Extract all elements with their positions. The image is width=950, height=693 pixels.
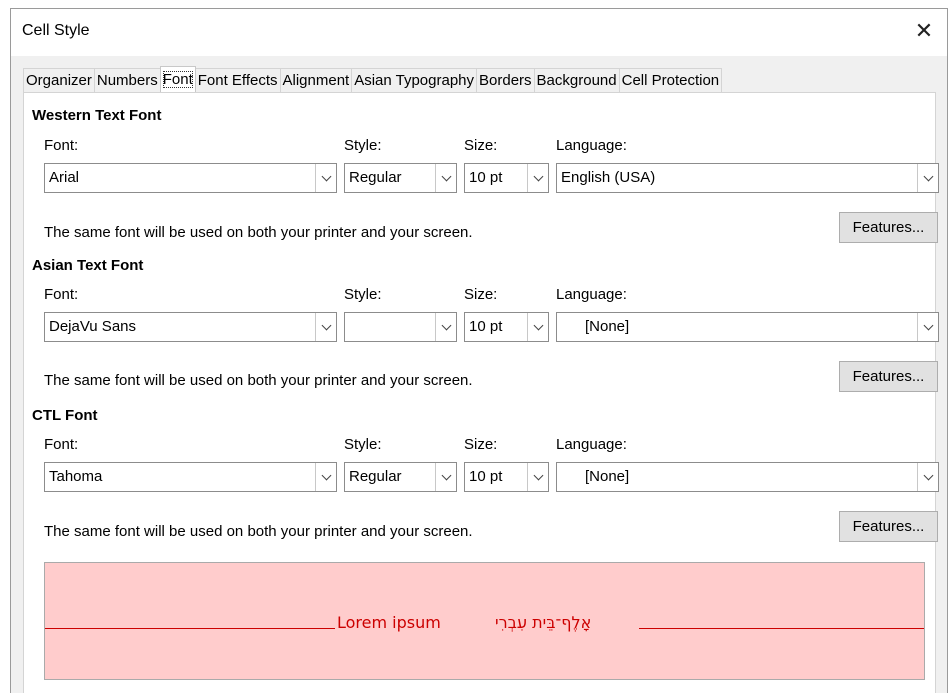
asian-language-value: [None] — [585, 318, 630, 335]
western-font-label: Font: — [44, 137, 79, 154]
western-style-combo[interactable]: Regular — [344, 163, 457, 193]
ctl-style-label: Style: — [344, 436, 382, 453]
western-language-label: Language: — [556, 137, 627, 154]
dialog-title: Cell Style — [22, 22, 90, 39]
asian-font-value: DejaVu Sans — [49, 318, 136, 335]
ctl-language-value: [None] — [585, 468, 630, 485]
asian-language-combo[interactable]: [None] — [556, 312, 939, 342]
western-language-combo[interactable]: English (USA) — [556, 163, 939, 193]
chevron-down-icon[interactable] — [527, 463, 548, 491]
tab-alignment[interactable]: Alignment — [279, 68, 353, 92]
tab-cell-protection[interactable]: Cell Protection — [618, 68, 723, 92]
close-icon: ✕ — [914, 18, 934, 43]
chevron-down-icon[interactable] — [435, 463, 456, 491]
baseline-right — [639, 628, 924, 629]
asian-section-title: Asian Text Font — [32, 257, 144, 274]
asian-font-label: Font: — [44, 286, 79, 303]
ctl-style-value: Regular — [349, 468, 402, 485]
title-bar: Cell Style ✕ — [11, 9, 947, 56]
western-size-value: 10 pt — [469, 169, 503, 186]
tab-borders[interactable]: Borders — [476, 68, 535, 92]
chevron-down-icon[interactable] — [917, 313, 938, 341]
tab-font-effects[interactable]: Font Effects — [194, 68, 281, 92]
western-section-title: Western Text Font — [32, 107, 162, 124]
chevron-down-icon[interactable] — [315, 313, 336, 341]
western-note: The same font will be used on both your … — [44, 224, 473, 241]
ctl-language-combo[interactable]: [None] — [556, 462, 939, 492]
ctl-font-combo[interactable]: Tahoma — [44, 462, 337, 492]
western-font-value: Arial — [49, 169, 80, 186]
ctl-language-label: Language: — [556, 436, 627, 453]
close-button[interactable]: ✕ — [901, 9, 947, 53]
asian-note: The same font will be used on both your … — [44, 372, 473, 389]
ctl-size-label: Size: — [464, 436, 498, 453]
chevron-down-icon[interactable] — [315, 164, 336, 192]
ctl-note: The same font will be used on both your … — [44, 523, 473, 540]
dialog-body: Organizer Numbers Font Font Effects Alig… — [11, 56, 947, 693]
ctl-section-title: CTL Font — [32, 407, 98, 424]
chevron-down-icon[interactable] — [315, 463, 336, 491]
asian-size-value: 10 pt — [469, 318, 503, 335]
western-style-value: Regular — [349, 169, 402, 186]
asian-font-combo[interactable]: DejaVu Sans — [44, 312, 337, 342]
chevron-down-icon[interactable] — [527, 313, 548, 341]
asian-language-label: Language: — [556, 286, 627, 303]
tab-font[interactable]: Font — [159, 66, 196, 92]
cell-style-dialog: Cell Style ✕ Organizer Numbers Font Font… — [10, 8, 948, 693]
asian-features-button[interactable]: Features... — [839, 361, 938, 392]
font-tab-panel: Western Text Font Font: Style: Size: Lan… — [23, 92, 939, 693]
tab-asian-typography[interactable]: Asian Typography — [351, 68, 478, 92]
chevron-down-icon[interactable] — [527, 164, 548, 192]
tab-numbers[interactable]: Numbers — [93, 68, 161, 92]
ctl-size-value: 10 pt — [469, 468, 503, 485]
chevron-down-icon[interactable] — [917, 164, 938, 192]
preview-text: Lorem ipsum — [337, 613, 441, 632]
tab-bar: Organizer Numbers Font Font Effects Alig… — [23, 66, 723, 92]
tab-background[interactable]: Background — [533, 68, 620, 92]
preview-hebrew-text: אָלֶף־בֵּית עִבְרִי — [495, 613, 592, 632]
western-size-label: Size: — [464, 137, 498, 154]
asian-size-combo[interactable]: 10 pt — [464, 312, 549, 342]
tab-organizer[interactable]: Organizer — [23, 68, 95, 92]
asian-size-label: Size: — [464, 286, 498, 303]
ctl-features-button[interactable]: Features... — [839, 511, 938, 542]
western-features-button[interactable]: Features... — [839, 212, 938, 243]
chevron-down-icon[interactable] — [917, 463, 938, 491]
font-preview: Lorem ipsum אָלֶף־בֵּית עִבְרִי — [44, 562, 925, 680]
chevron-down-icon[interactable] — [435, 313, 456, 341]
asian-style-combo[interactable] — [344, 312, 457, 342]
ctl-size-combo[interactable]: 10 pt — [464, 462, 549, 492]
ctl-style-combo[interactable]: Regular — [344, 462, 457, 492]
chevron-down-icon[interactable] — [435, 164, 456, 192]
western-size-combo[interactable]: 10 pt — [464, 163, 549, 193]
baseline-left — [45, 628, 335, 629]
western-language-value: English (USA) — [561, 169, 656, 186]
ctl-font-label: Font: — [44, 436, 79, 453]
ctl-font-value: Tahoma — [49, 468, 103, 485]
western-font-combo[interactable]: Arial — [44, 163, 337, 193]
western-style-label: Style: — [344, 137, 382, 154]
asian-style-label: Style: — [344, 286, 382, 303]
